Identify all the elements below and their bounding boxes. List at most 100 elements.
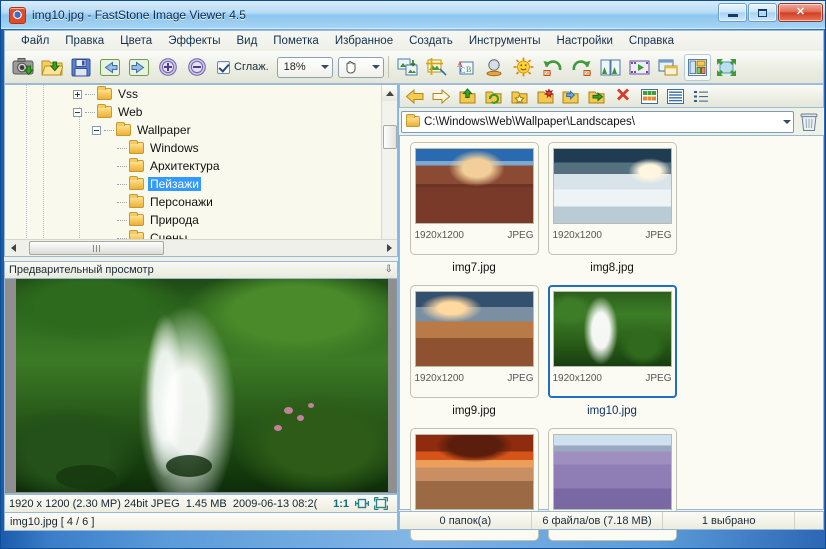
scrollbar-thumb[interactable] bbox=[29, 241, 164, 255]
file-status-bar: 0 папок(а) 6 файла/ов (7.18 MB) 1 выбран… bbox=[399, 511, 824, 530]
fit-to-window-icon[interactable] bbox=[355, 497, 369, 510]
thumbnail-frame[interactable]: 1920x1200 JPEG bbox=[548, 285, 677, 398]
scroll-up-icon[interactable] bbox=[382, 85, 398, 101]
image-format: JPEG bbox=[151, 498, 180, 510]
tree-node-wallpaper[interactable]: Wallpaper bbox=[5, 121, 381, 139]
rotate-left-icon[interactable]: 90 bbox=[539, 54, 566, 81]
rotate-right-icon[interactable]: 90 bbox=[568, 54, 595, 81]
thumbnail-format: JPEG bbox=[645, 373, 671, 384]
menu-item-view[interactable]: Вид bbox=[228, 33, 265, 49]
scroll-left-icon[interactable] bbox=[5, 240, 21, 256]
open-folder-icon[interactable] bbox=[38, 54, 65, 81]
expand-minus-icon[interactable] bbox=[73, 108, 82, 117]
thumbnail-view-icon[interactable] bbox=[637, 86, 661, 107]
previous-icon[interactable] bbox=[96, 54, 123, 81]
adjust-colors-icon[interactable] bbox=[510, 54, 537, 81]
crop-icon[interactable] bbox=[423, 54, 450, 81]
menu-item-settings[interactable]: Настройки bbox=[549, 33, 621, 49]
chevron-double-down-icon[interactable]: ⇩ bbox=[385, 266, 393, 274]
folder-tree-scrollarea: Vss Web Wallpaper Windows bbox=[5, 85, 381, 256]
tree-node-nature[interactable]: Природа bbox=[5, 211, 381, 229]
tree-connector bbox=[104, 130, 114, 131]
screen-capture-icon[interactable] bbox=[9, 54, 36, 81]
zoom-ratio-button[interactable]: 1:1 bbox=[333, 498, 349, 510]
menu-item-colors[interactable]: Цвета bbox=[112, 33, 160, 49]
maximize-button[interactable] bbox=[748, 3, 777, 22]
path-combo[interactable]: C:\Windows\Web\Wallpaper\Landscapes\ bbox=[401, 111, 794, 133]
window-mode-icon[interactable] bbox=[655, 54, 682, 81]
resize-icon[interactable] bbox=[394, 54, 421, 81]
detail-view-icon[interactable] bbox=[689, 86, 713, 107]
copy-to-icon[interactable] bbox=[559, 86, 583, 107]
move-to-icon[interactable] bbox=[585, 86, 609, 107]
menu-item-create[interactable]: Создать bbox=[401, 33, 461, 49]
thumbnail-grid[interactable]: 1920x1200 JPEG img7.jpg 1920x1200 JPEG i… bbox=[399, 135, 824, 510]
zoom-in-icon[interactable] bbox=[154, 54, 181, 81]
menu-item-effects[interactable]: Эффекты bbox=[160, 33, 228, 49]
tree-node-label: Vss bbox=[116, 87, 140, 101]
back-icon[interactable] bbox=[403, 86, 427, 107]
fit-screen-icon[interactable] bbox=[374, 497, 388, 510]
slideshow-icon[interactable] bbox=[626, 54, 653, 81]
preview-panel[interactable] bbox=[4, 279, 398, 494]
folder-tree[interactable]: Vss Web Wallpaper Windows bbox=[4, 84, 398, 257]
zoom-out-icon[interactable] bbox=[183, 54, 210, 81]
path-value: C:\Windows\Web\Wallpaper\Landscapes\ bbox=[424, 116, 775, 128]
refresh-icon[interactable] bbox=[481, 86, 505, 107]
forward-icon[interactable] bbox=[429, 86, 453, 107]
thumbnail-frame[interactable]: 1920x1200 JPEG bbox=[548, 142, 677, 255]
tree-node-vss[interactable]: Vss bbox=[5, 85, 381, 103]
delete-icon[interactable] bbox=[611, 86, 635, 107]
expand-plus-icon[interactable] bbox=[73, 90, 82, 99]
image-filesize: 1.45 MB bbox=[186, 498, 227, 510]
folder-icon bbox=[129, 142, 144, 154]
new-folder-icon[interactable] bbox=[533, 86, 557, 107]
chevron-down-icon bbox=[372, 65, 380, 69]
tree-node-windows[interactable]: Windows bbox=[5, 139, 381, 157]
text-icon[interactable]: A C B bbox=[452, 54, 479, 81]
tree-node-web[interactable]: Web bbox=[5, 103, 381, 121]
status-resize-grip[interactable] bbox=[795, 512, 823, 529]
favorites-icon[interactable] bbox=[507, 86, 531, 107]
scrollbar-thumb[interactable] bbox=[383, 125, 397, 149]
thumbnail-item[interactable]: 1920x1200 JPEG img8.jpg bbox=[543, 142, 681, 285]
scroll-right-icon[interactable] bbox=[381, 240, 397, 256]
next-icon[interactable] bbox=[125, 54, 152, 81]
tree-node-landscapes[interactable]: Пейзажи bbox=[5, 175, 381, 193]
save-icon[interactable] bbox=[67, 54, 94, 81]
menu-item-file[interactable]: Файл bbox=[13, 33, 57, 49]
menu-item-tools[interactable]: Инструменты bbox=[461, 33, 549, 49]
menu-item-help[interactable]: Справка bbox=[621, 33, 682, 49]
thumbnail-frame[interactable]: 1920x1200 JPEG bbox=[410, 142, 539, 255]
tree-node-architecture[interactable]: Архитектура bbox=[5, 157, 381, 175]
thumbnail-item[interactable]: 1920x1200 JPEG img7.jpg bbox=[405, 142, 543, 285]
tree-node-characters[interactable]: Персонажи bbox=[5, 193, 381, 211]
fullscreen-icon[interactable] bbox=[713, 54, 740, 81]
folder-count: 0 папок(а) bbox=[400, 512, 532, 529]
menu-item-favorites[interactable]: Избранное bbox=[327, 33, 401, 49]
menu-item-edit[interactable]: Правка bbox=[57, 33, 112, 49]
smoothing-checkbox[interactable]: Сглаж. bbox=[217, 61, 269, 74]
list-view-icon[interactable] bbox=[663, 86, 687, 107]
tree-node-label: Природа bbox=[148, 213, 201, 227]
tool-mode-combo[interactable] bbox=[338, 57, 384, 78]
menu-item-tag[interactable]: Пометка bbox=[265, 33, 327, 49]
chevron-down-icon[interactable] bbox=[783, 120, 791, 124]
compare-icon[interactable] bbox=[597, 54, 624, 81]
up-folder-icon[interactable] bbox=[455, 86, 479, 107]
zoom-level-combo[interactable]: 18% bbox=[277, 57, 333, 78]
thumbnail-item[interactable]: 1920x1200 JPEG img11.jpg bbox=[405, 428, 543, 549]
tree-vertical-scrollbar[interactable] bbox=[381, 85, 397, 256]
tree-connector bbox=[117, 202, 127, 203]
expand-minus-icon[interactable] bbox=[92, 126, 101, 135]
thumbnail-frame[interactable]: 1920x1200 JPEG bbox=[410, 285, 539, 398]
thumbnail-item[interactable]: 1920x1200 JPEG img9.jpg bbox=[405, 285, 543, 428]
close-button[interactable]: ✕ bbox=[778, 3, 823, 22]
lighting-icon[interactable] bbox=[481, 54, 508, 81]
contact-sheet-icon[interactable] bbox=[684, 54, 711, 81]
thumbnail-item[interactable]: 1920x1200 JPEG img12.jpg bbox=[543, 428, 681, 549]
minimize-button[interactable] bbox=[718, 3, 747, 22]
trash-icon[interactable] bbox=[796, 110, 822, 133]
tree-horizontal-scrollbar[interactable] bbox=[5, 239, 397, 256]
thumbnail-item-selected[interactable]: 1920x1200 JPEG img10.jpg bbox=[543, 285, 681, 428]
